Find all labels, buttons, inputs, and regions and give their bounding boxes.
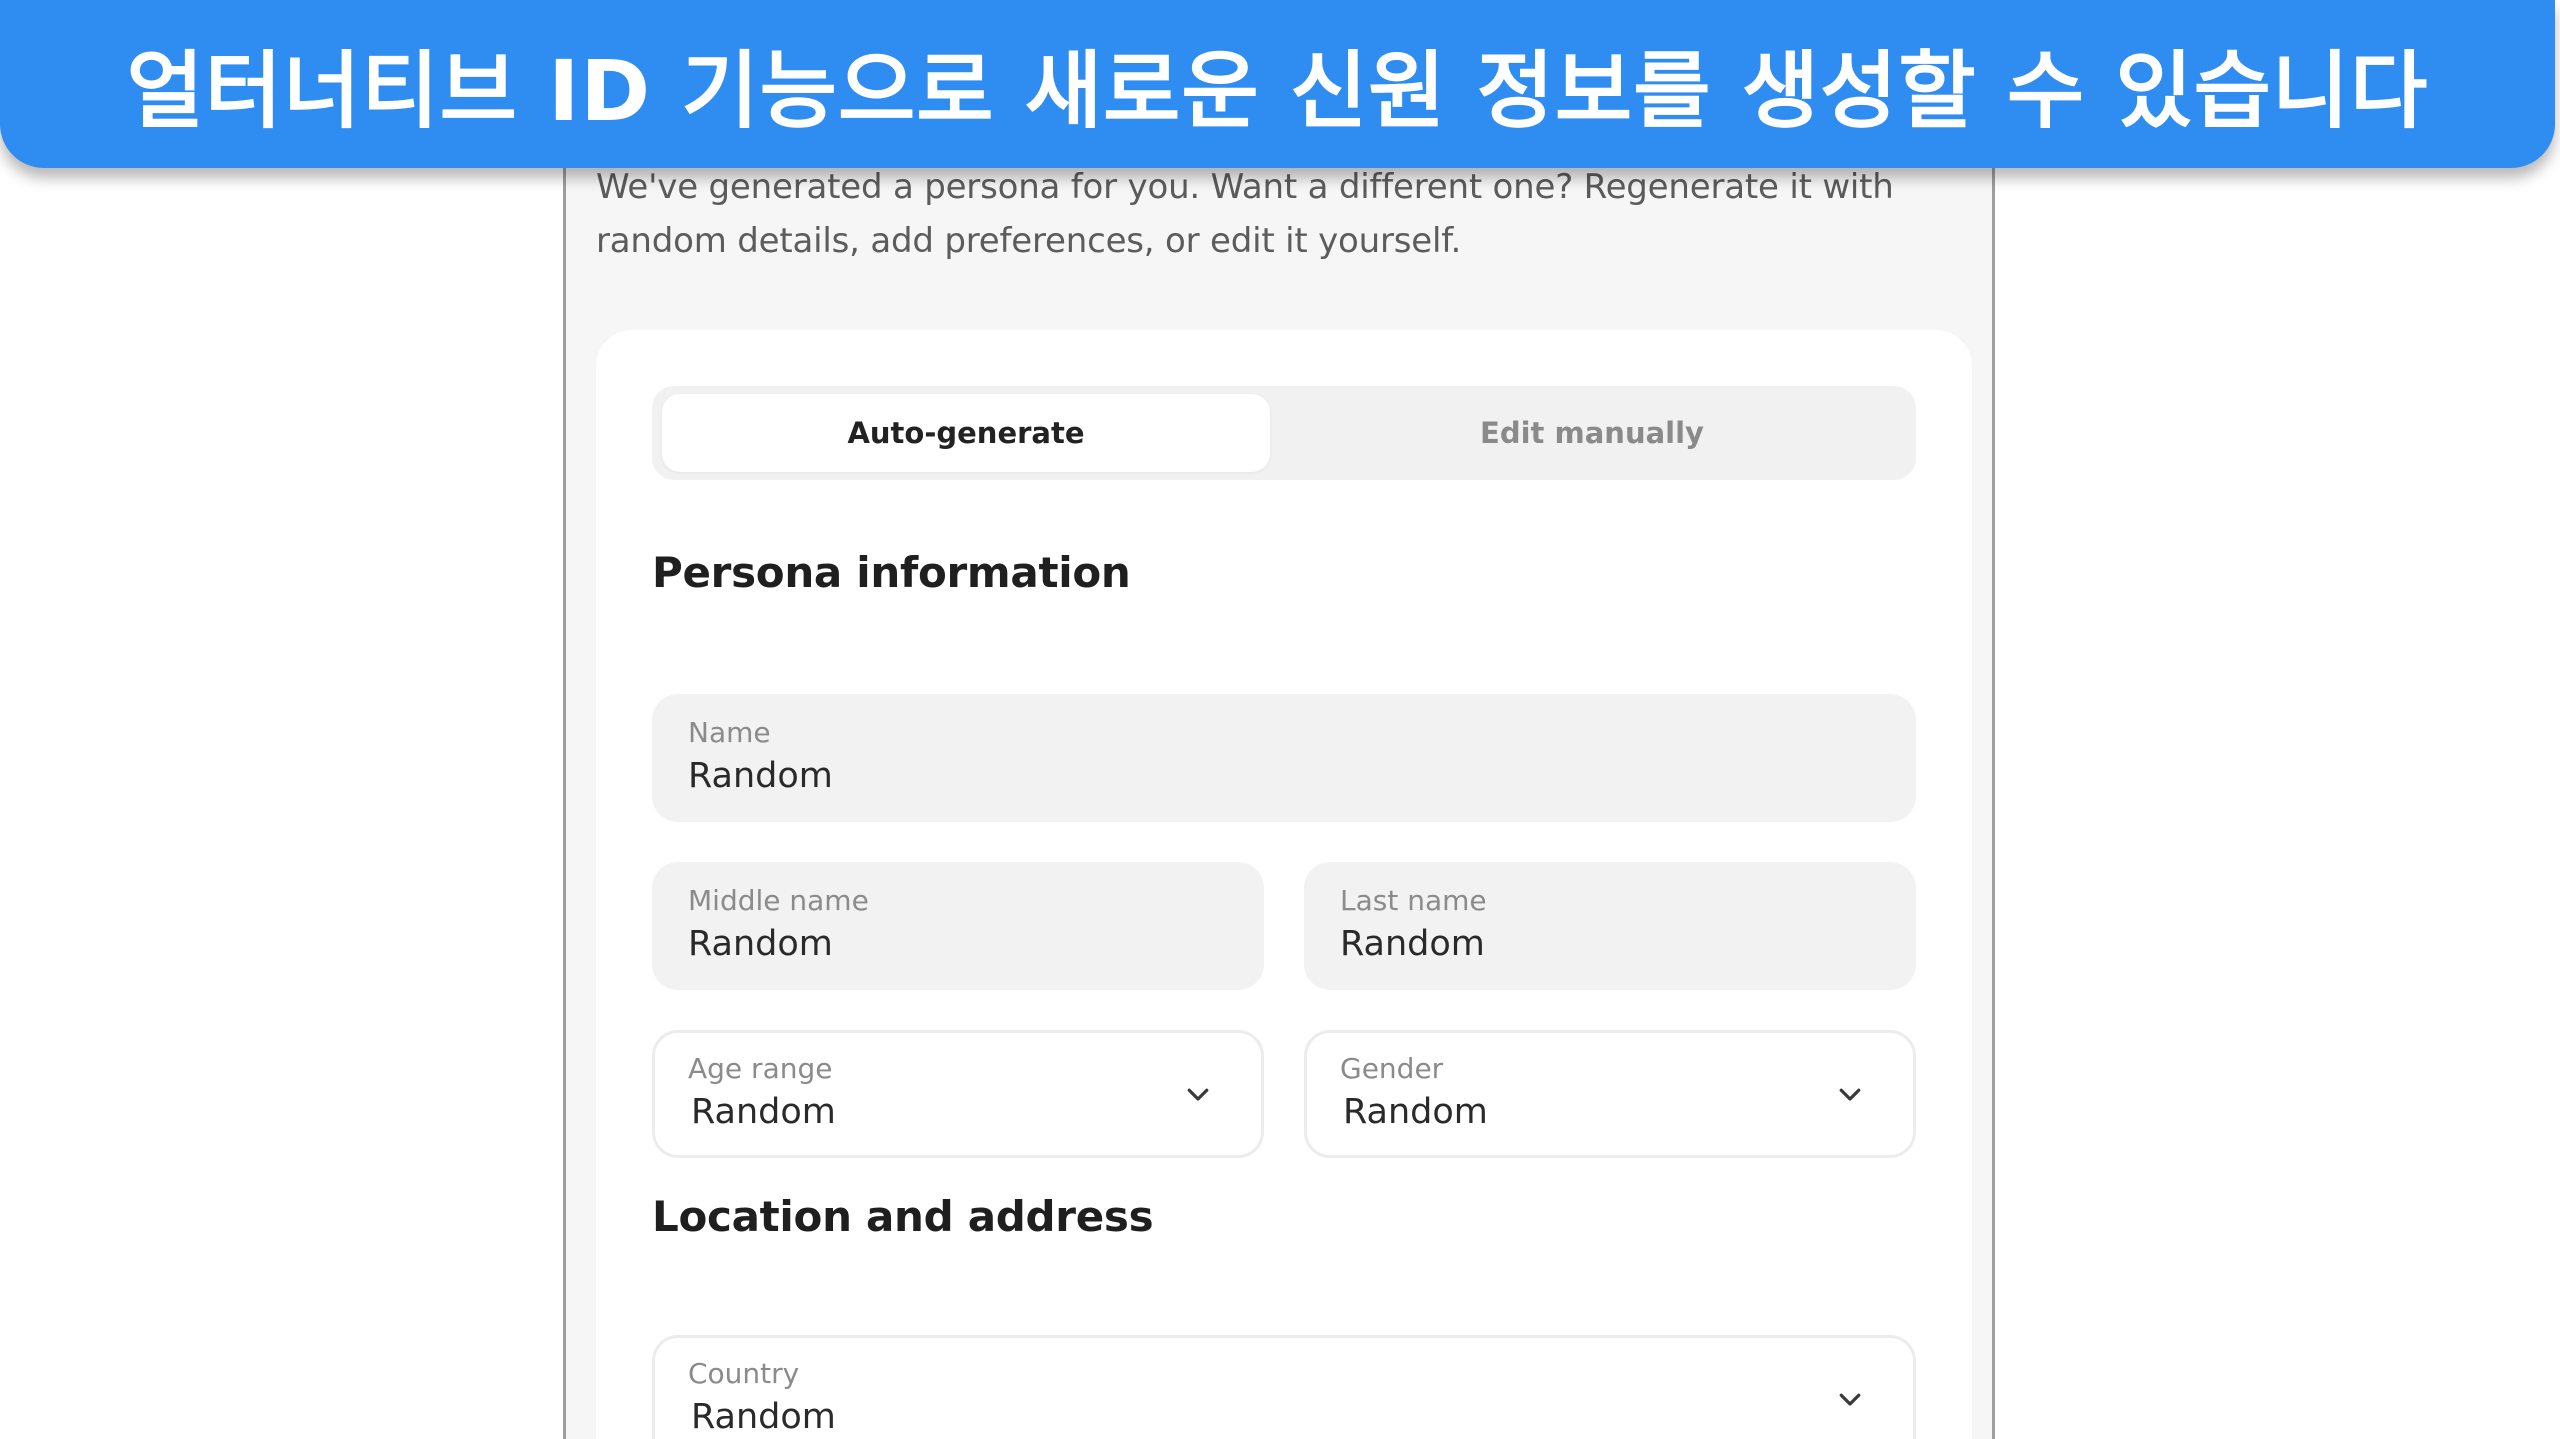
middle-name-value: Random [688, 924, 833, 964]
last-name-label: Last name [1340, 884, 1487, 917]
location-address-heading: Location and address [652, 1192, 1154, 1241]
tab-auto-generate[interactable]: Auto-generate [662, 394, 1270, 472]
mode-segmented-control: Auto-generate Edit manually [652, 386, 1916, 480]
middle-name-label: Middle name [688, 884, 869, 917]
country-select[interactable]: Country Random [652, 1335, 1916, 1439]
name-value: Random [688, 756, 833, 796]
gender-label: Gender [1340, 1052, 1444, 1085]
middle-name-field[interactable]: Middle name Random [652, 862, 1264, 990]
country-value: Random [691, 1397, 836, 1437]
last-name-field[interactable]: Last name Random [1304, 862, 1916, 990]
age-range-select[interactable]: Age range Random [652, 1030, 1264, 1158]
caption-banner: 얼터너티브 ID 기능으로 새로운 신원 정보를 생성할 수 있습니다 [0, 0, 2555, 168]
age-range-label: Age range [688, 1052, 833, 1085]
chevron-down-icon [1839, 1393, 1861, 1406]
chevron-down-icon [1187, 1088, 1209, 1101]
caption-banner-text: 얼터너티브 ID 기능으로 새로운 신원 정보를 생성할 수 있습니다 [126, 41, 2429, 140]
name-field[interactable]: Name Random [652, 694, 1916, 822]
gender-value: Random [1343, 1092, 1488, 1132]
last-name-value: Random [1340, 924, 1485, 964]
chevron-down-icon [1839, 1088, 1861, 1101]
tab-edit-manually[interactable]: Edit manually [1288, 394, 1896, 472]
name-label: Name [688, 716, 771, 749]
age-range-value: Random [691, 1092, 836, 1132]
persona-intro-text: We've generated a persona for you. Want … [596, 167, 1894, 261]
gender-select[interactable]: Gender Random [1304, 1030, 1916, 1158]
screenshot-stage: We've generated a persona for you. Want … [0, 0, 2560, 1439]
persona-card: Auto-generate Edit manually Persona info… [596, 330, 1972, 1439]
country-label: Country [688, 1357, 800, 1390]
persona-information-heading: Persona information [652, 548, 1131, 597]
persona-panel: We've generated a persona for you. Want … [563, 40, 1995, 1439]
